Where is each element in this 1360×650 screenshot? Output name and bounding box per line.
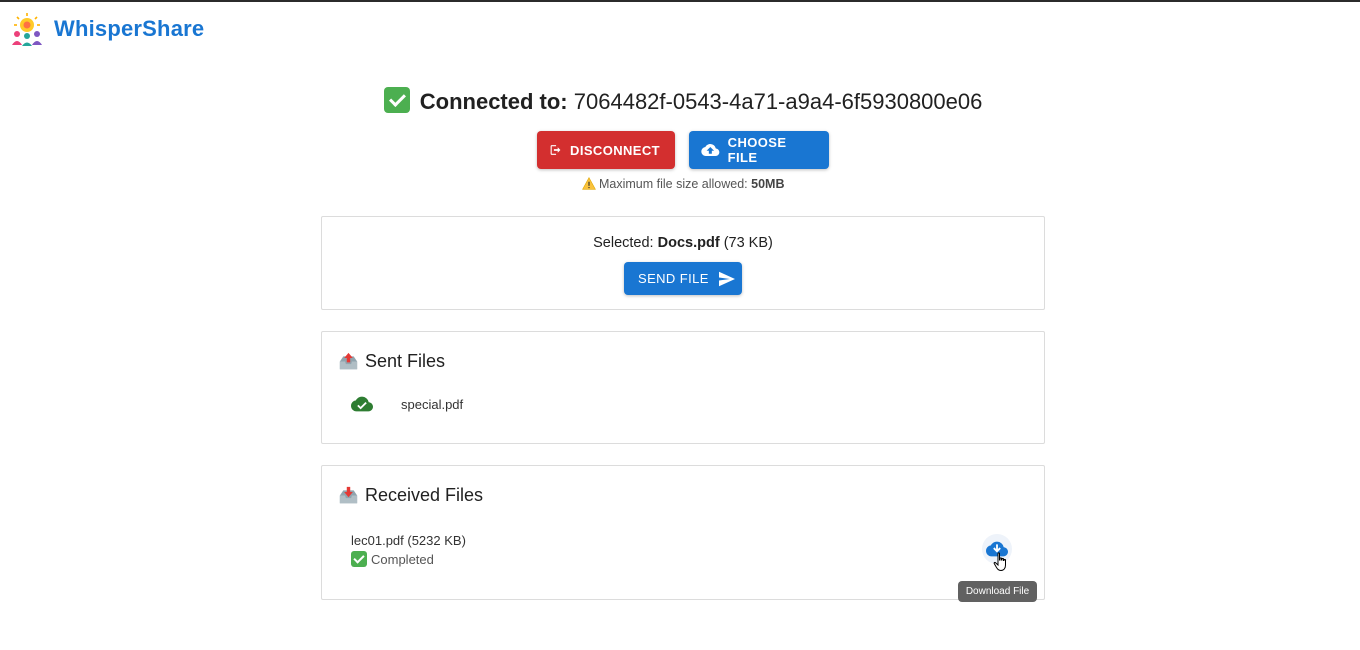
logout-icon [550, 145, 561, 155]
selected-prefix: Selected: [593, 235, 654, 251]
received-files-title: Received Files [365, 485, 484, 505]
disconnect-button[interactable]: DISCONNECT [537, 131, 675, 169]
send-file-label: SEND FILE [638, 271, 709, 286]
received-files-card: Received Files lec01.pdf (5232 KB) Compl… [321, 465, 1045, 600]
action-buttons: DISCONNECT CHOOSE FILE [537, 131, 829, 169]
max-size-value: 50MB [751, 177, 785, 191]
app-title[interactable]: WhisperShare [54, 16, 204, 42]
choose-file-button[interactable]: CHOOSE FILE [689, 131, 829, 169]
connection-label: Connected to: [419, 89, 568, 114]
file-size-warning: Maximum file size allowed: 50MB [0, 177, 1360, 191]
status-text: Completed [371, 551, 434, 567]
warning-icon [581, 177, 596, 190]
window-top-border [0, 0, 1360, 2]
hand-pointer-cursor [993, 552, 1006, 572]
received-file-name: lec01.pdf (5232 KB) [351, 533, 466, 548]
send-file-button[interactable]: SEND FILE [624, 262, 742, 295]
app-bar: WhisperShare [10, 12, 204, 46]
check-box-icon [351, 551, 367, 567]
download-tooltip: Download File [958, 581, 1037, 602]
app-logo[interactable] [10, 12, 44, 46]
cloud-done-icon [351, 396, 373, 412]
inbox-tray-icon [339, 486, 358, 504]
connection-status: Connected to: 7064482f-0543-4a71-a9a4-6f… [0, 87, 1360, 115]
disconnect-label: DISCONNECT [570, 142, 660, 158]
outbox-tray-icon [339, 352, 358, 370]
selected-file-card: Selected: Docs.pdf (73 KB) SEND FILE [321, 216, 1045, 310]
received-files-heading: Received Files [338, 485, 483, 506]
selected-file-size: (73 KB) [723, 235, 773, 251]
check-box-icon [383, 87, 410, 113]
send-icon [718, 271, 735, 286]
sent-files-title: Sent Files [365, 351, 446, 371]
sent-files-card: Sent Files special.pdf [321, 331, 1045, 444]
selected-file-name: Docs.pdf [657, 235, 720, 251]
list-item: special.pdf [351, 395, 463, 413]
cloud-upload-icon [701, 144, 720, 156]
received-file-status: Completed [351, 551, 434, 567]
selected-file-info: Selected: Docs.pdf (73 KB) [322, 235, 1044, 251]
sent-files-heading: Sent Files [338, 351, 445, 372]
peer-id: 7064482f-0543-4a71-a9a4-6f5930800e06 [573, 89, 983, 114]
choose-file-label: CHOOSE FILE [727, 135, 787, 165]
warning-text: Maximum file size allowed: [598, 177, 748, 191]
sent-file-name: special.pdf [401, 396, 464, 412]
